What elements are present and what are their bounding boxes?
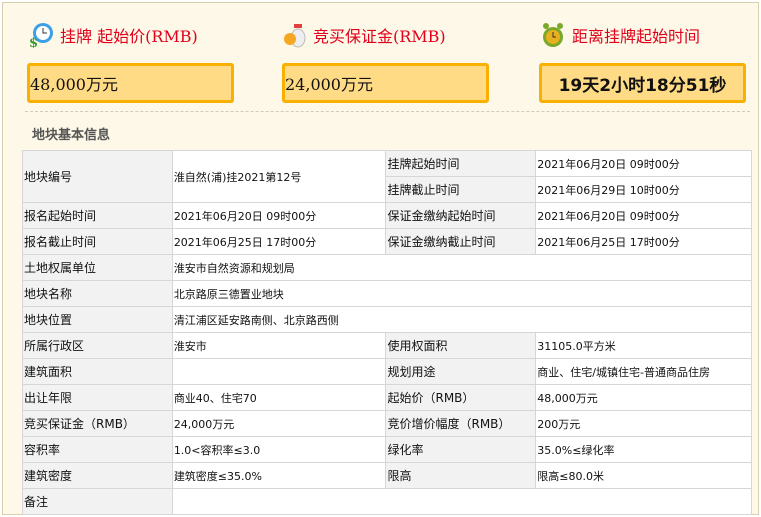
value: 2021年06月20日 09时00分: [171, 202, 387, 229]
value: 24,000万元: [171, 410, 387, 437]
value: 48,000万元: [535, 384, 752, 411]
table-row: 报名起始时间 2021年06月20日 09时00分 保证金缴纳起始时间 2021年06…: [22, 202, 752, 229]
label: 报名起始时间: [22, 202, 173, 229]
value: 北京路原三德置业地块: [171, 280, 753, 307]
value: 商业、住宅/城镇住宅-普通商品住房: [535, 358, 752, 385]
value: 淮安市: [171, 332, 387, 359]
table-row: 报名截止时间 2021年06月25日 17时00分 保证金缴纳截止时间 2021年06…: [22, 228, 752, 255]
label: 所属行政区: [22, 332, 173, 359]
value: 2021年06月25日 17时00分: [535, 228, 752, 255]
label: 备注: [22, 488, 173, 515]
clock-money-icon: $: [28, 22, 54, 51]
table-row: 建筑面积 规划用途 商业、住宅/城镇住宅-普通商品住房: [22, 358, 752, 385]
value: 2021年06月25日 17时00分: [171, 228, 387, 255]
svg-text:$: $: [29, 36, 38, 48]
label: 出让年限: [22, 384, 173, 411]
value: 限高≤80.0米: [535, 462, 752, 489]
table-row: 所属行政区 淮安市 使用权面积 31105.0平方米: [22, 332, 752, 359]
table-row: 土地权属单位 淮安市自然资源和规划局: [22, 254, 753, 281]
label: 绿化率: [385, 436, 537, 463]
table-row: 出让年限 商业40、住宅70 起始价（RMB） 48,000万元: [22, 384, 752, 411]
alarm-clock-icon: [540, 22, 566, 48]
label: 报名截止时间: [22, 228, 173, 255]
table-row: 地块位置 清江浦区延安路南侧、北京路西侧: [22, 306, 753, 333]
divider: [25, 111, 750, 112]
label: 地块名称: [22, 280, 173, 307]
label: 竞买保证金（RMB）: [22, 410, 173, 437]
countdown-box: 19天2小时18分51秒: [539, 63, 746, 103]
money-bag-icon: [281, 22, 307, 48]
label: 地块位置: [22, 306, 173, 333]
value: 淮安市自然资源和规划局: [171, 254, 753, 281]
label: 规划用途: [385, 358, 537, 385]
label: 建筑面积: [22, 358, 173, 385]
label: 容积率: [22, 436, 173, 463]
label: 竞价增价幅度（RMB）: [385, 410, 537, 437]
table-row: 竞买保证金（RMB） 24,000万元 竞价增价幅度（RMB） 200万元: [22, 410, 752, 437]
countdown-heading: 距离挂牌起始时间: [540, 22, 700, 48]
label: 挂牌起始时间: [385, 150, 537, 177]
table-row: 容积率 1.0<容积率≤3.0 绿化率 35.0%≤绿化率: [22, 436, 752, 463]
label: 使用权面积: [385, 332, 537, 359]
value: 淮自然(浦)挂2021第12号: [171, 150, 387, 203]
value: 2021年06月20日 09时00分: [535, 150, 752, 177]
value: [171, 358, 387, 385]
label: 建筑密度: [22, 462, 173, 489]
value: [171, 488, 753, 515]
value: 2021年06月29日 10时00分: [535, 176, 752, 203]
label: 保证金缴纳起始时间: [385, 202, 537, 229]
section-title: 地块基本信息: [32, 128, 111, 143]
value: 200万元: [535, 410, 752, 437]
table-row: 地块名称 北京路原三德置业地块: [22, 280, 753, 307]
value: 31105.0平方米: [535, 332, 752, 359]
value: 清江浦区延安路南侧、北京路西侧: [171, 306, 753, 333]
label: 保证金缴纳截止时间: [385, 228, 537, 255]
deposit-heading: 竞买保证金(RMB): [281, 22, 446, 48]
table-row: 备注: [22, 488, 753, 515]
table-row: 建筑密度 建筑密度≤35.0% 限高 限高≤80.0米: [22, 462, 752, 489]
label: 地块编号: [22, 150, 173, 203]
start-price-box: 48,000万元: [27, 63, 234, 103]
label: 土地权属单位: [22, 254, 173, 281]
value: 35.0%≤绿化率: [535, 436, 752, 463]
table-row: 地块编号 淮自然(浦)挂2021第12号 挂牌起始时间 2021年06月20日 09时…: [22, 150, 752, 203]
label: 限高: [385, 462, 537, 489]
value: 建筑密度≤35.0%: [171, 462, 387, 489]
deposit-box: 24,000万元: [282, 63, 489, 103]
land-info-table: 地块编号 淮自然(浦)挂2021第12号 挂牌起始时间 2021年06月20日 09时…: [22, 150, 753, 515]
price-heading: $ 挂牌 起始价(RMB): [28, 22, 198, 51]
value: 2021年06月20日 09时00分: [535, 202, 752, 229]
label: 挂牌截止时间: [385, 176, 537, 203]
label: 起始价（RMB）: [385, 384, 537, 411]
value: 1.0<容积率≤3.0: [171, 436, 387, 463]
value: 商业40、住宅70: [171, 384, 387, 411]
